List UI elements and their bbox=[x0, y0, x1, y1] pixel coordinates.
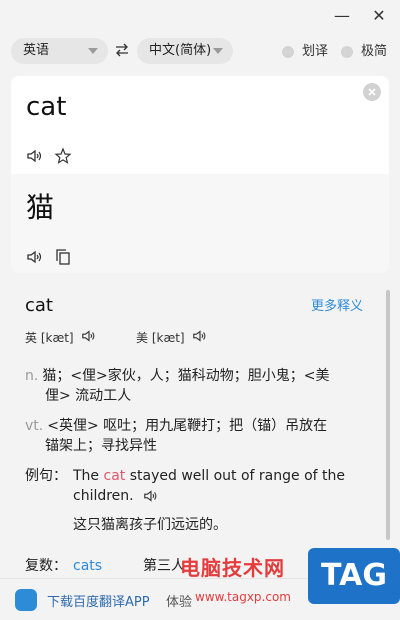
target-language-label: 中文(简体) bbox=[149, 43, 212, 58]
example-sentence: The cat stayed well out of range of the bbox=[73, 468, 346, 484]
baidu-translate-app-icon bbox=[15, 589, 37, 611]
definition-text: 猫；<俚>家伙，人；猫科动物；胆小鬼；<美 bbox=[42, 368, 330, 384]
toggle-switch-icon bbox=[341, 46, 353, 58]
language-toolbar: 英语 中文(简体) 划译 极简 bbox=[0, 36, 400, 68]
translation-card: cat 猫 bbox=[11, 76, 389, 273]
definition-text: 锚架上；寻找异性 bbox=[45, 438, 157, 454]
toggle-jijian[interactable]: 极简 bbox=[341, 44, 387, 60]
definition-text: 俚> 流动工人 bbox=[45, 388, 132, 404]
definition-text: <英俚> 呕吐；用九尾鞭打；把（锚）吊放在 bbox=[47, 418, 328, 434]
translation-result: 猫 bbox=[11, 174, 389, 273]
more-meanings-link[interactable]: 更多释义 bbox=[311, 295, 363, 314]
minimize-button[interactable]: — bbox=[332, 6, 352, 26]
plural-link[interactable]: cats bbox=[73, 556, 102, 576]
part-of-speech: n. bbox=[25, 368, 39, 384]
target-language-select[interactable]: 中文(简体) bbox=[137, 38, 233, 64]
definition-verb: vt. <英俚> 呕吐；用九尾鞭打；把（锚）吊放在 锚架上；寻找异性 bbox=[25, 416, 327, 456]
uk-phonetic: 英 [kæt] bbox=[25, 331, 74, 345]
dictionary-panel: cat 更多释义 英 [kæt] 美 [kæt] n. 猫；<俚>家伙，人；猫科动… bbox=[0, 282, 400, 578]
toggle-jijian-label: 极简 bbox=[361, 44, 388, 59]
speaker-icon[interactable] bbox=[26, 147, 44, 165]
scrollbar[interactable] bbox=[386, 290, 390, 540]
toggle-huayi[interactable]: 划译 bbox=[282, 44, 328, 60]
example-sentence-line2: children. bbox=[73, 488, 134, 504]
download-app-link[interactable]: 下载百度翻译APP bbox=[47, 591, 150, 610]
plural-label: 复数： bbox=[25, 558, 67, 574]
speaker-icon[interactable] bbox=[81, 328, 97, 344]
source-language-select[interactable]: 英语 bbox=[11, 38, 108, 64]
watermark-site-url: www.tagxp.com bbox=[195, 590, 291, 604]
swap-languages-icon[interactable] bbox=[114, 42, 130, 58]
clear-input-button[interactable] bbox=[363, 83, 381, 101]
example-label: 例句： bbox=[25, 468, 67, 484]
chevron-down-icon bbox=[88, 48, 98, 54]
speaker-icon[interactable] bbox=[143, 488, 159, 504]
third-person-label: 第三人 bbox=[143, 558, 185, 574]
source-text-input[interactable]: cat bbox=[26, 92, 66, 122]
example-highlight: cat bbox=[103, 468, 126, 484]
translated-text: 猫 bbox=[26, 191, 55, 224]
part-of-speech: vt. bbox=[25, 418, 44, 434]
chevron-down-icon bbox=[213, 48, 223, 54]
close-button[interactable]: ✕ bbox=[369, 6, 389, 26]
star-icon[interactable] bbox=[54, 147, 72, 165]
toggle-switch-icon bbox=[282, 46, 294, 58]
watermark-site-name: 电脑技术网 bbox=[180, 556, 285, 580]
example-translation: 这只猫离孩子们远远的。 bbox=[73, 517, 227, 533]
source-language-label: 英语 bbox=[23, 43, 50, 58]
definition-noun: n. 猫；<俚>家伙，人；猫科动物；胆小鬼；<美 俚> 流动工人 bbox=[25, 366, 330, 406]
experience-link[interactable]: 体验 bbox=[166, 591, 192, 610]
us-phonetic: 美 [kæt] bbox=[136, 331, 185, 345]
title-bar: — ✕ bbox=[0, 0, 400, 32]
copy-icon[interactable] bbox=[54, 248, 72, 266]
toggle-huayi-label: 划译 bbox=[302, 44, 329, 59]
watermark-tag-logo: TAG bbox=[308, 548, 400, 604]
dictionary-headword: cat bbox=[25, 295, 53, 316]
speaker-icon[interactable] bbox=[26, 248, 44, 266]
speaker-icon[interactable] bbox=[192, 328, 208, 344]
close-icon bbox=[368, 88, 376, 96]
